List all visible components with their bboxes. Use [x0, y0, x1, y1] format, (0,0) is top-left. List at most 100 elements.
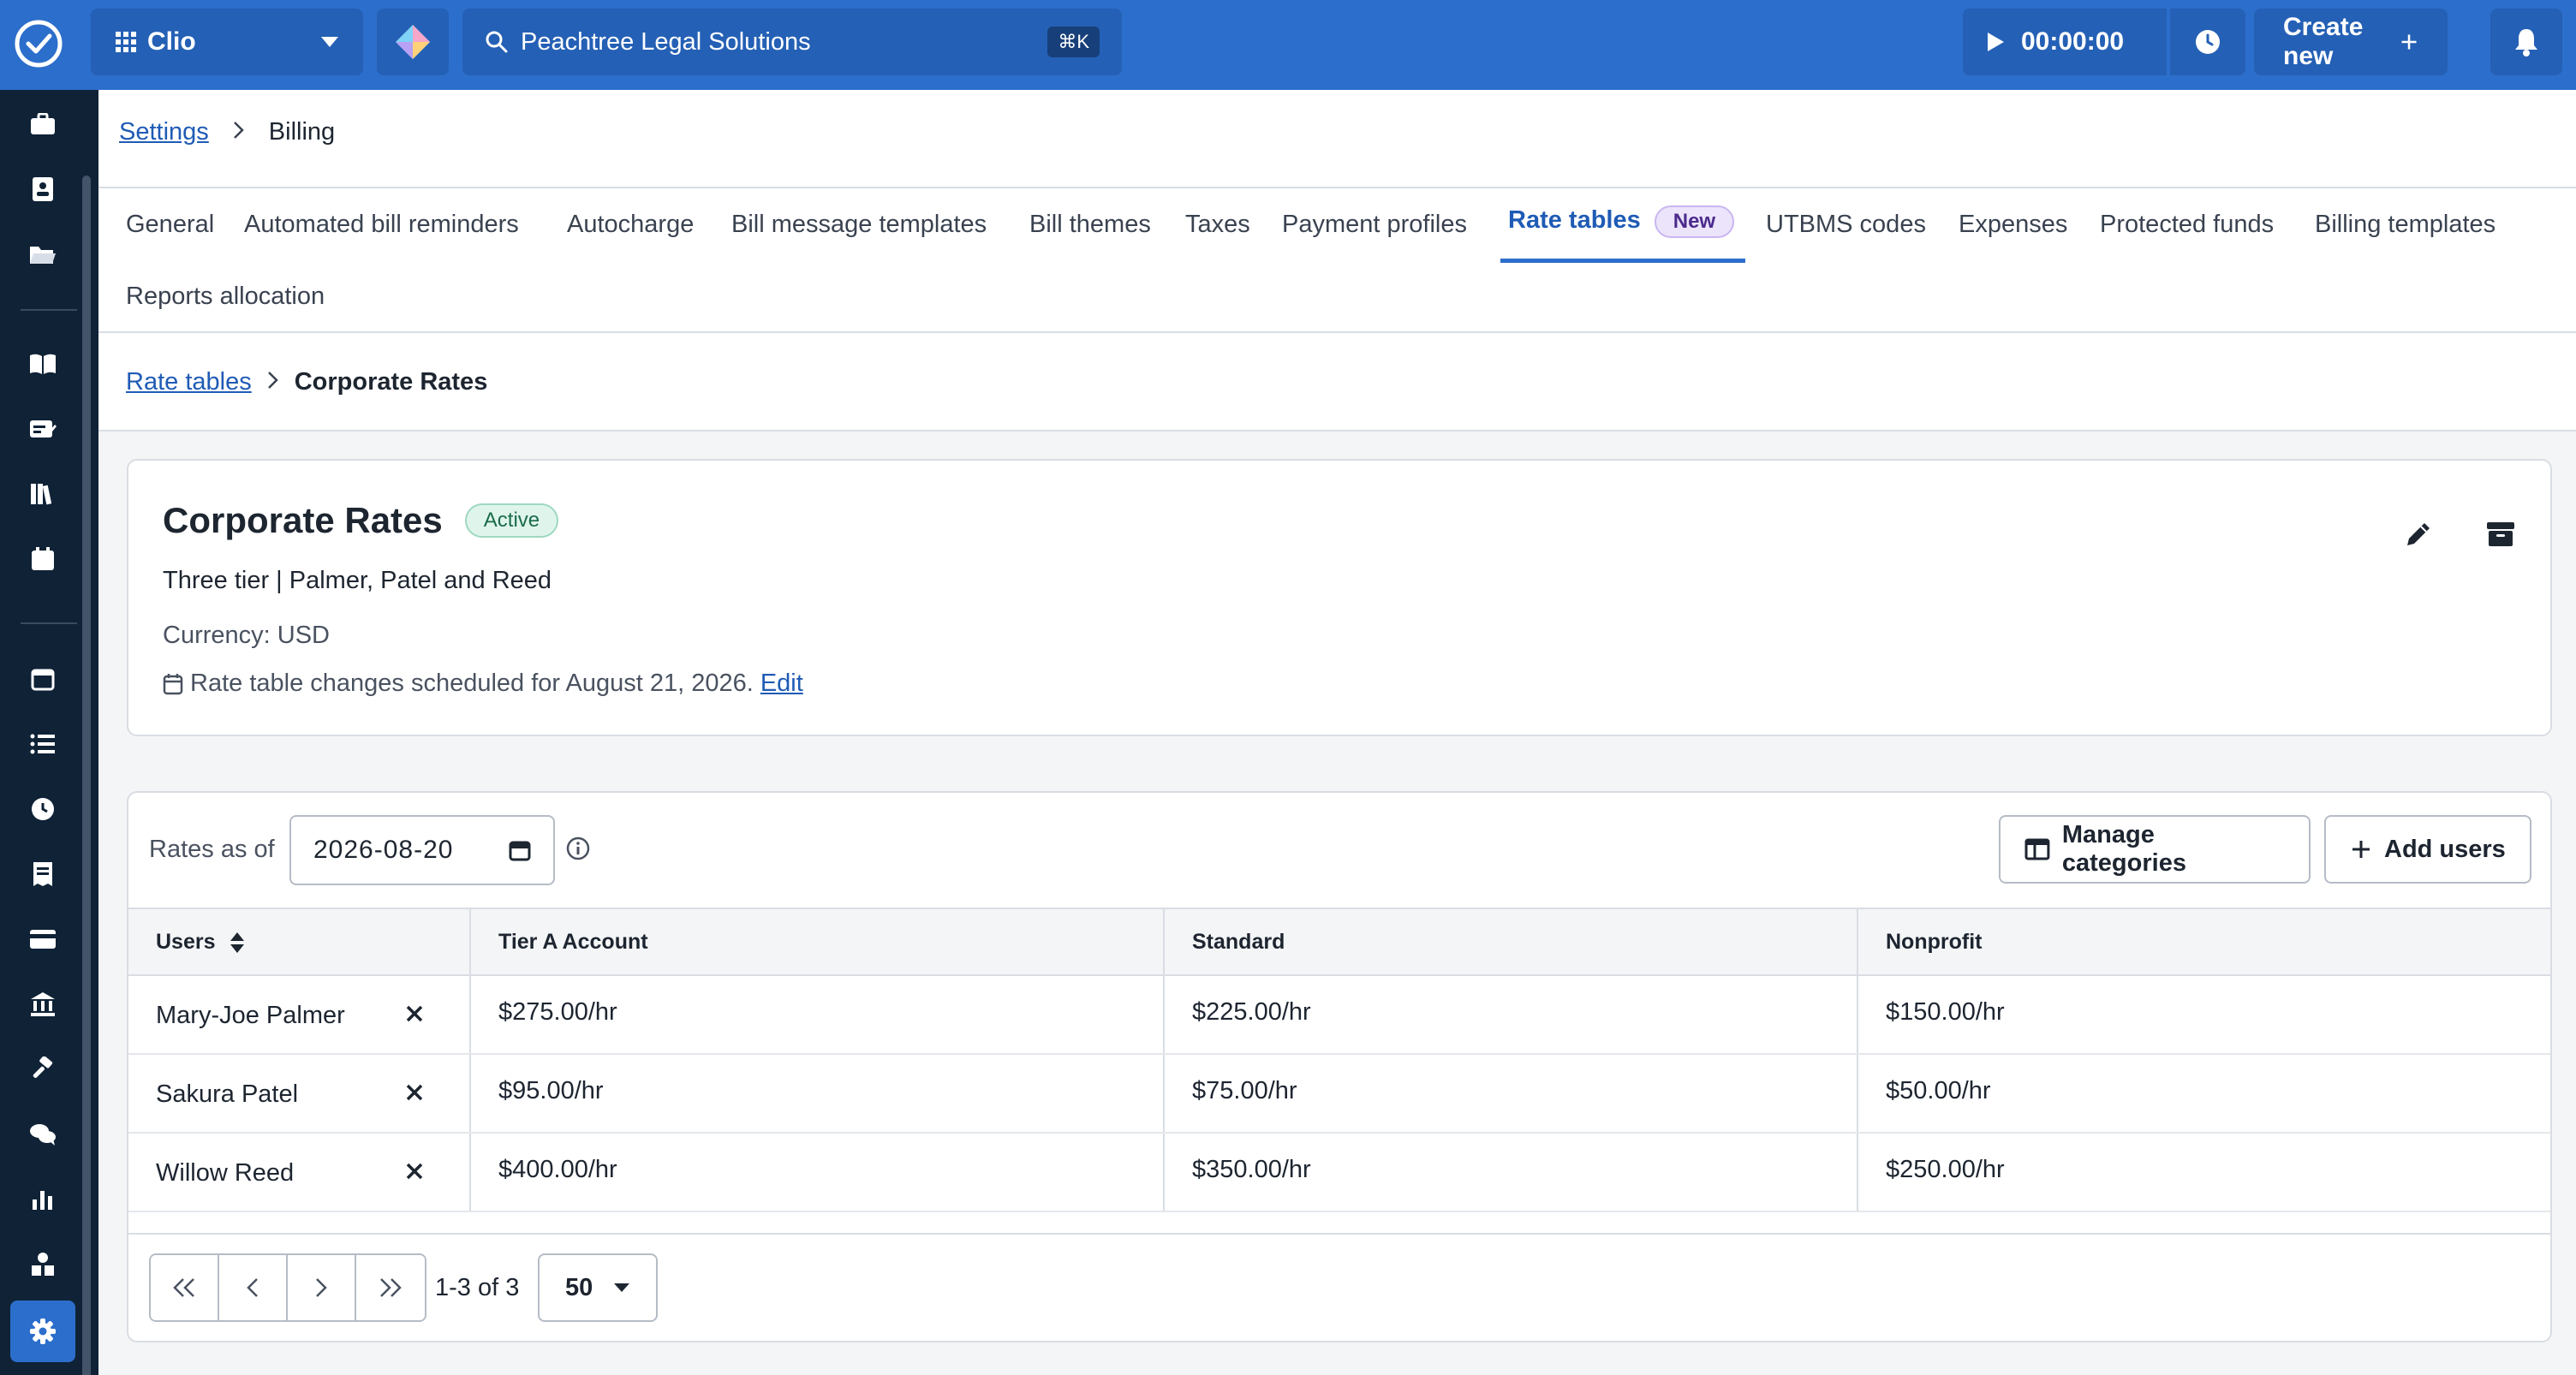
table-row: Willow Reed $400.00/hr $350.00/hr $250.0… — [128, 1134, 2550, 1212]
row-nonprofit-rate[interactable]: $150.00/hr — [1886, 998, 2005, 1027]
sidebar-reports-icon[interactable] — [19, 1176, 67, 1223]
remove-user-button[interactable] — [404, 1161, 425, 1186]
tab-general[interactable]: General — [126, 211, 214, 239]
row-nonprofit-rate[interactable]: $250.00/hr — [1886, 1156, 2005, 1184]
sidebar-matters-icon[interactable] — [19, 100, 67, 148]
timer-history-button[interactable] — [2170, 9, 2245, 75]
tab-taxes[interactable]: Taxes — [1185, 211, 1250, 239]
create-new-label: Create new — [2283, 13, 2364, 70]
tab-rate-tables[interactable]: Rate tables New — [1508, 205, 1735, 238]
sidebar-activities-icon[interactable] — [19, 785, 67, 833]
sidebar-apps-icon[interactable] — [19, 1241, 67, 1289]
rates-date-input[interactable]: 2026-08-20 — [289, 815, 555, 885]
app-grid-icon — [116, 32, 136, 52]
tab-bill-themes[interactable]: Bill themes — [1029, 211, 1151, 239]
table-footer-divider — [128, 1233, 2550, 1235]
sidebar-divider — [21, 309, 77, 311]
rates-as-of-label: Rates as of — [149, 836, 275, 863]
breadcrumb-settings-link[interactable]: Settings — [119, 118, 209, 146]
chevron-down-icon — [321, 37, 338, 47]
chevron-left-icon — [247, 1278, 258, 1297]
sidebar-settings-icon[interactable] — [10, 1301, 75, 1362]
sidebar-notes-icon[interactable] — [19, 405, 67, 453]
pagination-controls — [149, 1253, 426, 1322]
sidebar-tasks-icon[interactable] — [19, 720, 67, 768]
column-header-standard: Standard — [1192, 930, 1285, 954]
plus-icon — [2401, 34, 2417, 50]
schedule-text: Rate table changes scheduled for August … — [190, 670, 754, 697]
ai-assistant-button[interactable] — [377, 9, 449, 75]
rate-table-title: Corporate Rates — [163, 500, 443, 540]
clio-logo-icon[interactable] — [12, 17, 65, 70]
sidebar-communications-icon[interactable] — [19, 1110, 67, 1158]
sidebar-library-icon[interactable] — [19, 340, 67, 388]
first-page-button[interactable] — [151, 1255, 219, 1320]
archive-icon — [2487, 522, 2514, 546]
row-user-name: Willow Reed — [156, 1159, 295, 1187]
row-user-name: Sakura Patel — [156, 1080, 299, 1108]
tab-protected-funds[interactable]: Protected funds — [2100, 211, 2274, 239]
remove-user-button[interactable] — [404, 1082, 425, 1107]
tab-billing-templates[interactable]: Billing templates — [2315, 211, 2496, 239]
archive-button[interactable] — [2475, 509, 2526, 560]
previous-page-button[interactable] — [219, 1255, 288, 1320]
pagination-range: 1-3 of 3 — [435, 1274, 520, 1301]
timer-button[interactable]: 00:00:00 — [1963, 9, 2167, 75]
sidebar-bills-icon[interactable] — [19, 850, 67, 898]
sidebar-scrollbar[interactable] — [82, 176, 91, 1375]
sidebar-books-icon[interactable] — [19, 470, 67, 518]
search-text: Peachtree Legal Solutions — [521, 27, 811, 56]
calendar-icon — [163, 673, 183, 694]
breadcrumb: Settings Billing — [119, 118, 335, 146]
new-badge: New — [1654, 205, 1735, 238]
header-divider — [98, 187, 2576, 188]
sidebar-payments-icon[interactable] — [19, 915, 67, 963]
breadcrumb-rate-tables-link[interactable]: Rate tables — [126, 368, 252, 396]
tab-reports-allocation[interactable]: Reports allocation — [126, 283, 325, 311]
tab-autocharge[interactable]: Autocharge — [567, 211, 694, 239]
create-new-button[interactable]: Create new — [2254, 9, 2448, 75]
row-standard-rate[interactable]: $225.00/hr — [1192, 998, 1311, 1027]
column-header-tier-a: Tier A Account — [498, 930, 648, 954]
chevrons-right-icon — [380, 1278, 402, 1297]
breadcrumb-current: Corporate Rates — [294, 368, 488, 396]
rate-table-title-row: Corporate Rates Active — [163, 500, 559, 541]
chevron-right-icon — [267, 368, 279, 396]
row-tier-a-rate[interactable]: $275.00/hr — [498, 998, 617, 1027]
add-users-button[interactable]: Add users — [2324, 815, 2531, 884]
row-nonprofit-rate[interactable]: $50.00/hr — [1886, 1077, 1991, 1105]
chevron-right-icon — [316, 1278, 327, 1297]
last-page-button[interactable] — [356, 1255, 425, 1320]
chevron-down-icon — [614, 1283, 629, 1292]
search-bar[interactable]: Peachtree Legal Solutions ⌘K — [462, 9, 1122, 75]
manage-categories-button[interactable]: Manage categories — [1999, 815, 2311, 884]
row-standard-rate[interactable]: $350.00/hr — [1192, 1156, 1311, 1184]
bell-icon — [2515, 29, 2537, 57]
tab-utbms-codes[interactable]: UTBMS codes — [1766, 211, 1926, 239]
column-header-users[interactable]: Users — [156, 930, 245, 955]
tab-expenses[interactable]: Expenses — [1959, 211, 2067, 239]
schedule-edit-link[interactable]: Edit — [760, 670, 803, 698]
sidebar-calendar-top-icon[interactable] — [19, 535, 67, 583]
tab-payment-profiles[interactable]: Payment profiles — [1282, 211, 1467, 239]
info-icon[interactable] — [565, 836, 591, 866]
sidebar-court-rules-icon[interactable] — [19, 1045, 67, 1093]
next-page-button[interactable] — [288, 1255, 356, 1320]
edit-button[interactable] — [2393, 509, 2444, 560]
sidebar-accounts-icon[interactable] — [19, 980, 67, 1028]
sidebar-contacts-icon[interactable] — [19, 165, 67, 213]
app-switcher-button[interactable]: Clio — [91, 9, 363, 75]
sidebar-documents-icon[interactable] — [19, 230, 67, 278]
chevrons-left-icon — [173, 1278, 194, 1297]
row-standard-rate[interactable]: $75.00/hr — [1192, 1077, 1297, 1105]
tab-automated-bill-reminders[interactable]: Automated bill reminders — [244, 211, 519, 239]
notifications-button[interactable] — [2490, 9, 2562, 75]
content-divider — [98, 430, 2576, 432]
row-tier-a-rate[interactable]: $95.00/hr — [498, 1077, 604, 1105]
sidebar-calendar-icon[interactable] — [19, 655, 67, 703]
remove-user-button[interactable] — [404, 1003, 425, 1028]
ai-gem-icon — [396, 25, 430, 59]
page-size-select[interactable]: 50 — [538, 1253, 658, 1322]
row-tier-a-rate[interactable]: $400.00/hr — [498, 1156, 617, 1184]
tab-bill-message-templates[interactable]: Bill message templates — [731, 211, 987, 239]
